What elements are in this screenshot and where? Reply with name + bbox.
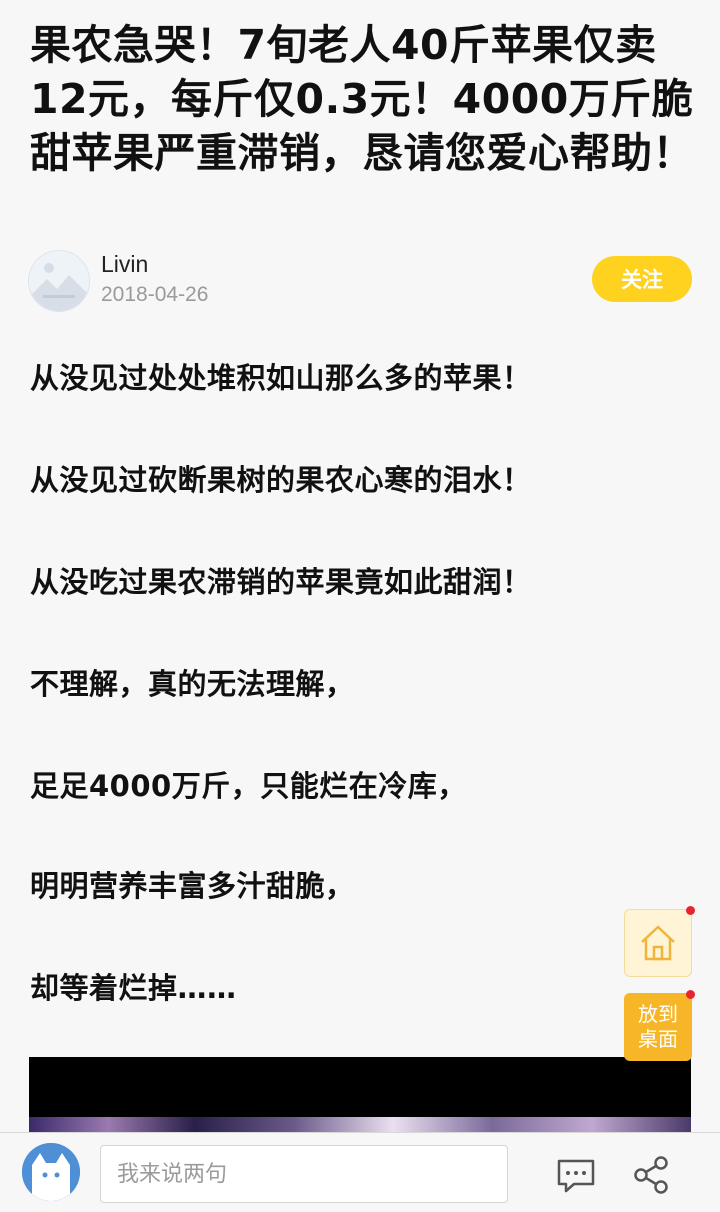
publish-date: 2018-04-26: [101, 283, 209, 306]
user-avatar[interactable]: [22, 1143, 80, 1201]
desktop-notification-dot: [686, 990, 695, 999]
desktop-label-line2: 桌面: [638, 1027, 678, 1051]
add-to-desktop-button[interactable]: 放到 桌面: [624, 993, 692, 1061]
paragraph-6: 明明营养丰富多汁甜脆，: [30, 869, 355, 903]
author-avatar[interactable]: [28, 250, 90, 312]
paragraph-5: 足足4000万斤，只能烂在冷库，: [30, 769, 467, 803]
comment-input[interactable]: [100, 1145, 508, 1203]
paragraph-4: 不理解，真的无法理解，: [30, 667, 355, 701]
cat-avatar-icon: [22, 1143, 80, 1201]
home-button[interactable]: [624, 909, 692, 977]
share-icon: [634, 1156, 668, 1194]
home-notification-dot: [686, 906, 695, 915]
bottom-bar: [0, 1132, 720, 1212]
home-icon: [641, 925, 675, 961]
author-row: Livin 2018-04-26 关注: [28, 248, 692, 314]
paragraph-2: 从没见过砍断果树的果农心寒的泪水！: [30, 463, 532, 497]
follow-button[interactable]: 关注: [592, 256, 692, 302]
share-button[interactable]: [630, 1153, 674, 1197]
mountain-landscape-icon: [29, 251, 89, 311]
author-name[interactable]: Livin: [101, 251, 148, 278]
paragraph-7: 却等着烂掉……: [30, 971, 237, 1005]
article-title: 果农急哭！7旬老人40斤苹果仅卖12元，每斤仅0.3元！4000万斤脆甜苹果严重…: [30, 21, 694, 177]
comment-button[interactable]: [554, 1153, 598, 1197]
paragraph-1: 从没见过处处堆积如山那么多的苹果！: [30, 361, 532, 395]
desktop-label-line1: 放到: [638, 1002, 678, 1026]
comment-icon: [557, 1159, 595, 1193]
paragraph-3: 从没吃过果农滞销的苹果竟如此甜润！: [30, 565, 532, 599]
